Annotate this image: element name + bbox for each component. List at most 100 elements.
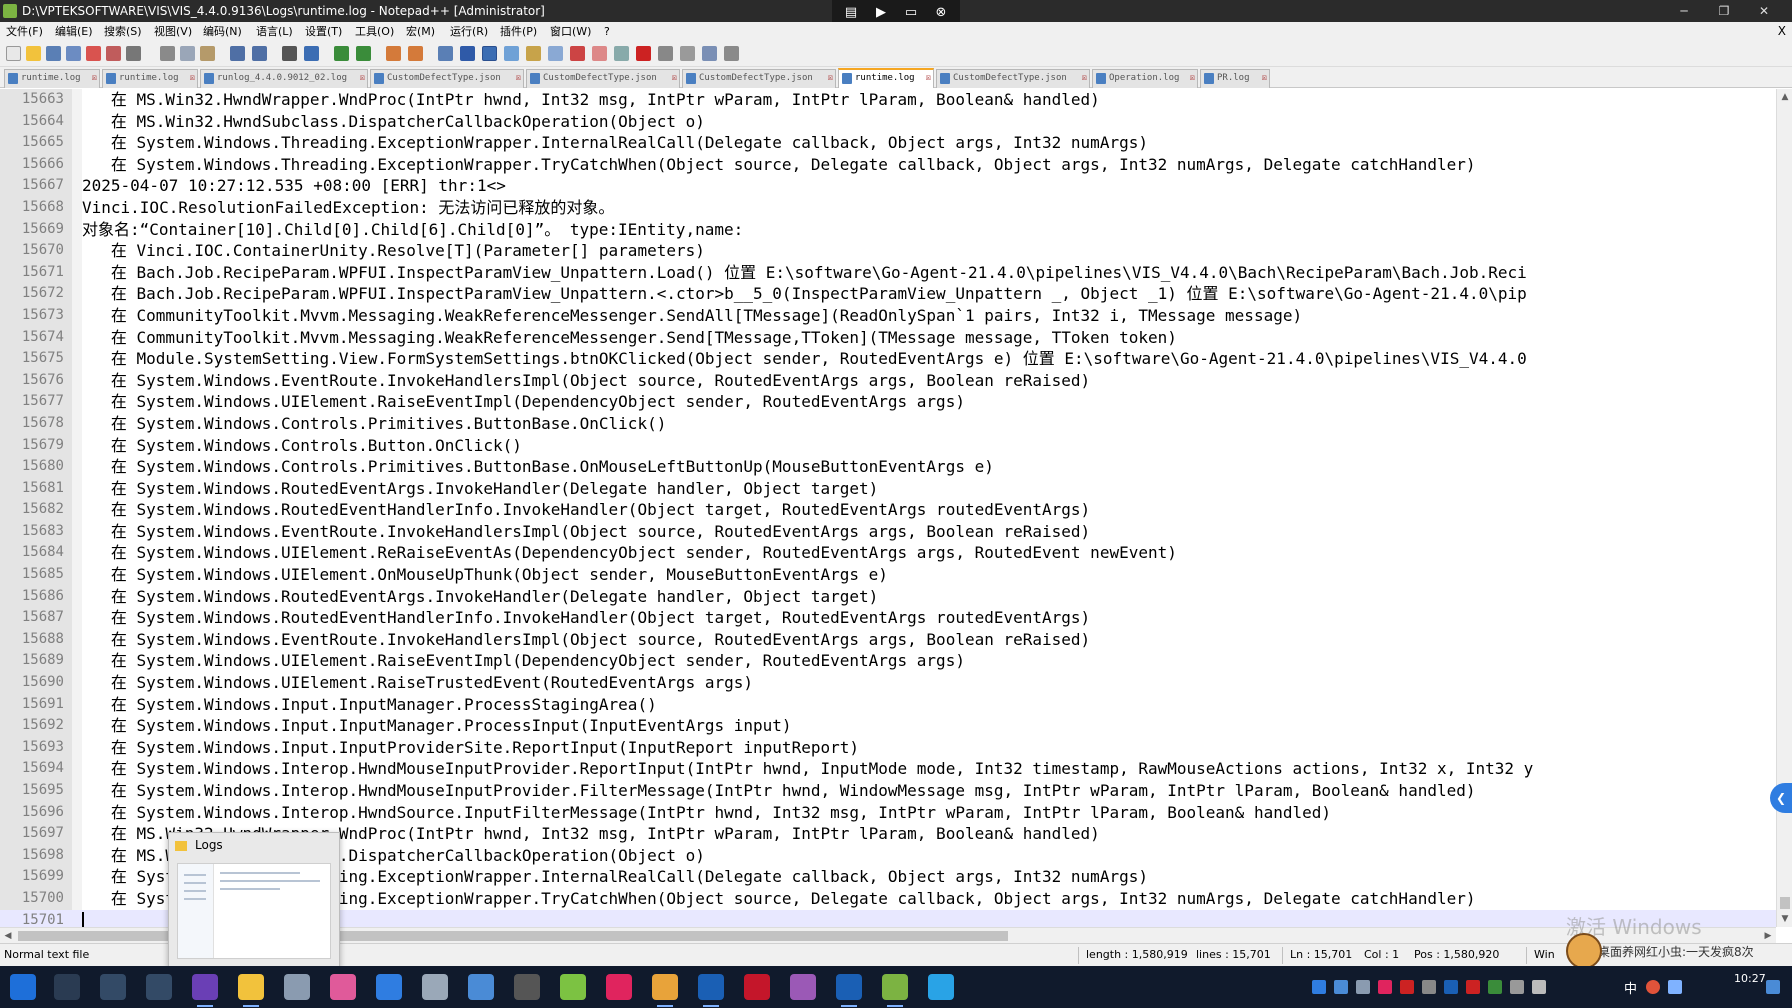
editor-line[interactable]: 15680 在 System.Windows.Controls.Primitiv… (0, 456, 1776, 478)
editor-line[interactable]: 15693 在 System.Windows.Input.InputProvid… (0, 737, 1776, 759)
preview-thumbnail[interactable] (177, 863, 331, 959)
tab-close-icon[interactable]: ☒ (926, 70, 931, 87)
tab-close-icon[interactable]: ☒ (828, 70, 833, 87)
tab-operation-log[interactable]: Operation.log ☒ (1092, 69, 1198, 88)
app-icon[interactable] (376, 974, 402, 1000)
tab-customdefecttype-4[interactable]: CustomDefectType.json ☒ (936, 69, 1090, 88)
editor-line[interactable]: 15683 在 System.Windows.EventRoute.Invoke… (0, 521, 1776, 543)
word-wrap-icon[interactable] (438, 46, 453, 61)
menu-plugins[interactable]: 插件(P) (500, 22, 537, 41)
sync-vertical-icon[interactable] (386, 46, 401, 61)
notification-icon[interactable] (1766, 980, 1780, 994)
editor-line[interactable]: 15675 在 Module.SystemSetting.View.FormSy… (0, 348, 1776, 370)
editor-line[interactable]: 15663 在 MS.Win32.HwndWrapper.WndProc(Int… (0, 89, 1776, 111)
tray-icon[interactable] (1334, 980, 1348, 994)
tab-close-icon[interactable]: ☒ (1190, 70, 1195, 87)
copy-icon[interactable] (180, 46, 195, 61)
tab-close-icon[interactable]: ☒ (92, 70, 97, 87)
function-list-icon[interactable] (548, 46, 563, 61)
tray-icon[interactable] (1356, 980, 1370, 994)
menu-help[interactable]: ? (604, 22, 610, 41)
menu-edit[interactable]: 编辑(E) (55, 22, 93, 41)
find-icon[interactable] (282, 46, 297, 61)
editor-line[interactable]: 15677 在 System.Windows.UIElement.RaiseEv… (0, 391, 1776, 413)
close-file-icon[interactable] (86, 46, 101, 61)
menu-tools[interactable]: 工具(O) (355, 22, 394, 41)
menu-search[interactable]: 搜索(S) (104, 22, 142, 41)
menu-language[interactable]: 语言(L) (256, 22, 293, 41)
app-icon[interactable] (284, 974, 310, 1000)
maximize-button[interactable]: ❐ (1704, 0, 1744, 22)
editor-line[interactable]: 15689 在 System.Windows.UIElement.RaiseEv… (0, 650, 1776, 672)
zoom-out-icon[interactable] (356, 46, 371, 61)
tab-pr-log[interactable]: PR.log ☒ (1200, 69, 1270, 88)
screen-icon[interactable]: ▭ (900, 4, 922, 22)
network-icon[interactable] (1510, 980, 1524, 994)
remote-close-icon[interactable]: ⊗ (930, 4, 952, 22)
editor-line[interactable]: 15686 在 System.Windows.RoutedEventArgs.I… (0, 586, 1776, 608)
menu-file[interactable]: 文件(F) (6, 22, 43, 41)
app-icon[interactable] (744, 974, 770, 1000)
tray-icon[interactable] (1488, 980, 1502, 994)
desktop-icon[interactable] (100, 974, 126, 1000)
tab-runtime-log-active[interactable]: runtime.log ☒ (838, 68, 934, 88)
editor-line[interactable]: 15694 在 System.Windows.Interop.HwndMouse… (0, 758, 1776, 780)
save-all-icon[interactable] (66, 46, 81, 61)
editor-line[interactable]: 15679 在 System.Windows.Controls.Button.O… (0, 435, 1776, 457)
save-macro-icon[interactable] (724, 46, 739, 61)
tray-icon[interactable] (1422, 980, 1436, 994)
tab-runtime-log-2[interactable]: runtime.log ☒ (102, 69, 198, 88)
tab-close-icon[interactable]: ☒ (190, 70, 195, 87)
tab-customdefecttype-2[interactable]: CustomDefectType.json ☒ (526, 69, 680, 88)
tab-runlog[interactable]: runlog_4.4.0.9012_02.log ☒ (200, 69, 368, 88)
search-icon[interactable] (54, 974, 80, 1000)
app-icon[interactable] (422, 974, 448, 1000)
new-file-icon[interactable] (6, 46, 21, 61)
app-icon[interactable] (560, 974, 586, 1000)
menu-run[interactable]: 运行(R) (450, 22, 488, 41)
tab-close-icon[interactable]: ☒ (516, 70, 521, 87)
app-icon[interactable] (606, 974, 632, 1000)
show-all-chars-icon[interactable] (460, 46, 475, 61)
close-all-icon[interactable] (106, 46, 121, 61)
app-icon[interactable] (790, 974, 816, 1000)
notepadpp-taskbar-icon[interactable] (882, 974, 908, 1007)
editor-line[interactable]: 15696 在 System.Windows.Interop.HwndSourc… (0, 802, 1776, 824)
menu-window[interactable]: 窗口(W) (550, 22, 591, 41)
run-macro-multiple-icon[interactable] (702, 46, 717, 61)
taskbar-preview-popup[interactable]: Logs (168, 832, 340, 968)
redo-icon[interactable] (252, 46, 267, 61)
editor-line[interactable]: 15692 在 System.Windows.Input.InputManage… (0, 715, 1776, 737)
close-window-button[interactable]: ✕ (1744, 0, 1784, 22)
scroll-left-icon[interactable]: ◀ (0, 928, 16, 944)
sogou-ime-icon[interactable] (1646, 980, 1660, 994)
floating-desktop-widget[interactable]: 桌面养网红小虫:一天发疯8次 (1566, 933, 1792, 969)
task-view-icon[interactable] (146, 974, 172, 1000)
app-icon[interactable] (514, 974, 540, 1000)
tab-close-icon[interactable]: ☒ (1082, 70, 1087, 87)
text-editor[interactable]: 15663 在 MS.Win32.HwndWrapper.WndProc(Int… (0, 89, 1776, 927)
menu-view[interactable]: 视图(V) (154, 22, 192, 41)
editor-line[interactable]: 15664 在 MS.Win32.HwndSubclass.Dispatcher… (0, 111, 1776, 133)
tab-close-icon[interactable]: ☒ (1262, 70, 1267, 87)
tab-runtime-log-1[interactable]: runtime.log ☒ (4, 69, 100, 88)
print-icon[interactable] (126, 46, 141, 61)
app-icon[interactable] (468, 974, 494, 1000)
visual-studio-icon[interactable] (192, 974, 218, 1007)
editor-line[interactable]: 15688 在 System.Windows.EventRoute.Invoke… (0, 629, 1776, 651)
volume-icon[interactable] (1532, 980, 1546, 994)
editor-line[interactable]: 15671 在 Bach.Job.RecipeParam.WPFUI.Inspe… (0, 262, 1776, 284)
tray-icon[interactable] (1444, 980, 1458, 994)
stop-macro-icon[interactable] (658, 46, 673, 61)
tab-close-icon[interactable]: ☒ (360, 70, 365, 87)
indent-guide-icon[interactable] (482, 46, 497, 61)
play-macro-icon[interactable] (680, 46, 695, 61)
undo-icon[interactable] (230, 46, 245, 61)
editor-line[interactable]: 15687 在 System.Windows.RoutedEventHandle… (0, 607, 1776, 629)
tray-icon[interactable] (1466, 980, 1480, 994)
scroll-down-icon[interactable]: ▼ (1777, 911, 1792, 927)
editor-line[interactable]: 15695 在 System.Windows.Interop.HwndMouse… (0, 780, 1776, 802)
open-file-icon[interactable] (26, 46, 41, 61)
editor-line[interactable]: 15666 在 System.Windows.Threading.Excepti… (0, 154, 1776, 176)
record-macro-icon[interactable] (636, 46, 651, 61)
